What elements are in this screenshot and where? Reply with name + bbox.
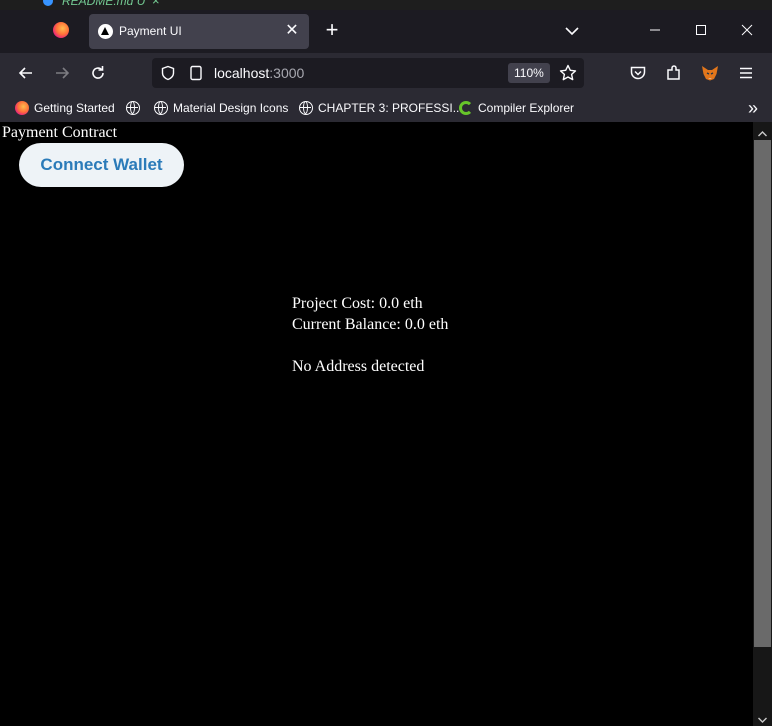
pocket-icon[interactable] bbox=[628, 63, 648, 83]
hamburger-menu-icon[interactable] bbox=[736, 63, 756, 83]
globe-icon bbox=[299, 101, 313, 115]
tab-payment-ui[interactable]: Payment UI ✕ bbox=[89, 14, 309, 49]
tab-title: Payment UI bbox=[119, 24, 182, 38]
bookmark-compiler-explorer[interactable]: Compiler Explorer bbox=[459, 99, 574, 117]
vertical-scrollbar[interactable] bbox=[753, 122, 772, 726]
more-bookmarks-chevron-icon[interactable]: » bbox=[748, 98, 758, 119]
browser-window: README.md U × Payment UI ✕ + localhost:3… bbox=[0, 0, 772, 726]
bookmark-getting-started[interactable]: Getting Started bbox=[15, 99, 115, 117]
page-viewport: Payment Contract Connect Wallet Project … bbox=[0, 122, 753, 726]
editor-tab-close-icon[interactable]: × bbox=[152, 0, 160, 8]
page-info-icon[interactable] bbox=[188, 65, 204, 81]
payment-info: Project Cost: 0.0 eth Current Balance: 0… bbox=[292, 293, 448, 377]
metamask-fox-icon[interactable] bbox=[700, 63, 720, 83]
bookmark-label: Compiler Explorer bbox=[478, 101, 575, 115]
list-all-tabs-chevron-down-icon[interactable] bbox=[562, 22, 582, 40]
bookmark-material-design-icons[interactable]: Material Design Icons bbox=[154, 99, 288, 117]
back-arrow-icon[interactable] bbox=[16, 63, 36, 83]
url-text[interactable]: localhost:3000 bbox=[214, 65, 304, 81]
tab-bar: Payment UI ✕ + bbox=[0, 10, 772, 53]
tracking-protection-shield-icon[interactable] bbox=[160, 65, 176, 81]
close-window-button[interactable] bbox=[737, 20, 757, 40]
bookmark-untitled[interactable] bbox=[126, 99, 145, 117]
bookmark-chapter-3[interactable]: CHAPTER 3: PROFESSI... bbox=[299, 99, 463, 117]
bookmark-star-icon[interactable] bbox=[558, 63, 578, 83]
maximize-button[interactable] bbox=[691, 20, 711, 40]
scroll-up-arrow-icon[interactable] bbox=[757, 126, 768, 137]
firefox-view-icon[interactable] bbox=[53, 22, 69, 38]
address-status-text: No Address detected bbox=[292, 358, 425, 375]
editor-filename[interactable]: README.md U bbox=[62, 0, 145, 8]
info-icon bbox=[43, 0, 53, 6]
url-bar[interactable]: localhost:3000 110% bbox=[152, 58, 584, 88]
current-balance-text: Current Balance: 0.0 eth bbox=[292, 316, 449, 333]
connect-wallet-button[interactable]: Connect Wallet bbox=[19, 143, 184, 187]
zoom-level-badge[interactable]: 110% bbox=[508, 63, 550, 83]
bookmark-label: Material Design Icons bbox=[173, 101, 289, 115]
navigation-toolbar: localhost:3000 110% bbox=[0, 53, 772, 93]
bookmark-label: CHAPTER 3: PROFESSI... bbox=[318, 101, 463, 115]
scroll-down-arrow-icon[interactable] bbox=[757, 712, 768, 723]
nextjs-favicon-icon bbox=[98, 24, 113, 39]
scrollbar-thumb[interactable] bbox=[754, 140, 771, 647]
globe-icon bbox=[126, 101, 140, 115]
reload-icon[interactable] bbox=[88, 63, 108, 83]
project-cost-text: Project Cost: 0.0 eth bbox=[292, 295, 423, 312]
extensions-puzzle-icon[interactable] bbox=[664, 63, 684, 83]
page-title: Payment Contract bbox=[2, 124, 118, 141]
editor-tab-strip: README.md U × bbox=[0, 0, 772, 10]
bookmark-label: Getting Started bbox=[34, 101, 115, 115]
firefox-icon bbox=[15, 101, 29, 115]
bookmarks-toolbar: Getting Started Material Design Icons CH… bbox=[0, 93, 772, 122]
forward-arrow-icon[interactable] bbox=[52, 63, 72, 83]
new-tab-button[interactable]: + bbox=[322, 19, 342, 41]
minimize-button[interactable] bbox=[645, 20, 665, 40]
compiler-explorer-icon bbox=[459, 101, 473, 115]
tab-close-icon[interactable]: ✕ bbox=[283, 22, 301, 40]
globe-icon bbox=[154, 101, 168, 115]
